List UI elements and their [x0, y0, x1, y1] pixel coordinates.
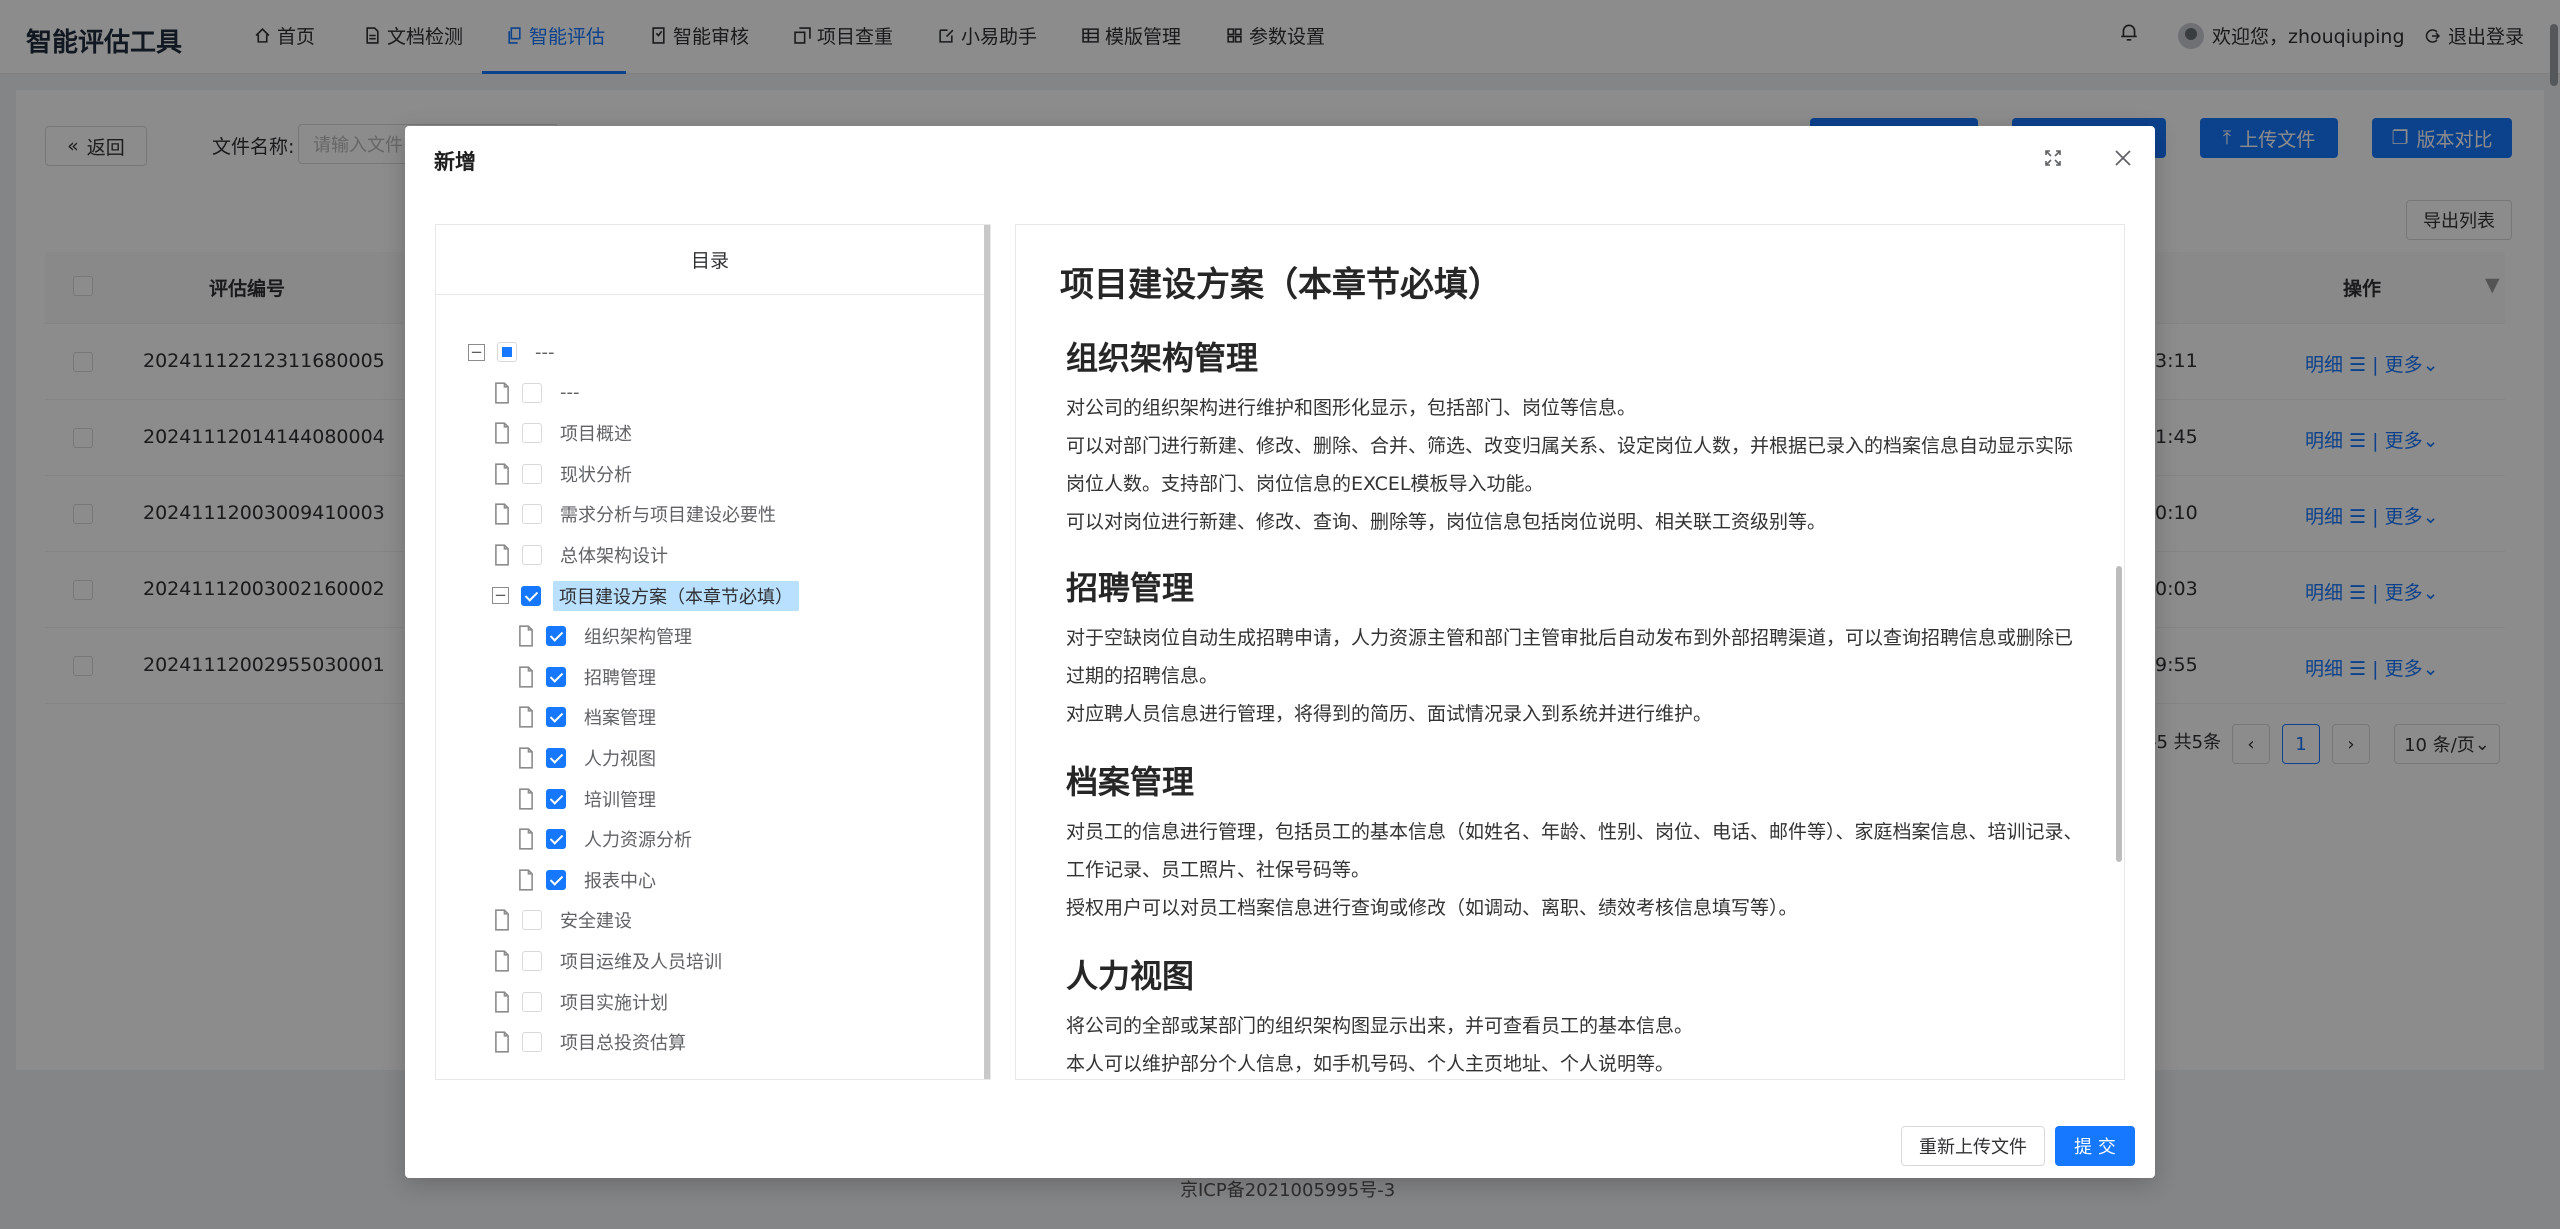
tree-node[interactable]: 安全建设	[492, 905, 638, 935]
file-icon	[492, 382, 512, 404]
section-paragraph: 对员工的信息进行管理，包括员工的基本信息（如姓名、年龄、性别、岗位、电话、邮件等…	[1066, 821, 2083, 881]
file-icon	[492, 950, 512, 972]
tree-node-label[interactable]: 项目总投资估算	[554, 1027, 692, 1057]
tree-node-label[interactable]: ---	[554, 380, 586, 405]
file-icon	[492, 544, 512, 566]
section-paragraph: 可以对部门进行新建、修改、删除、合并、筛选、改变归属关系、设定岗位人数，并根据已…	[1066, 435, 2074, 495]
section-heading: 组织架构管理	[1066, 339, 1259, 377]
tree-node[interactable]: 招聘管理	[516, 662, 662, 692]
doc-title: 项目建设方案（本章节必填）	[1060, 265, 1502, 305]
file-icon	[492, 463, 512, 485]
tree-checkbox[interactable]	[522, 1032, 542, 1053]
tree-node-label[interactable]: ---	[529, 340, 561, 365]
close-button[interactable]	[2111, 146, 2135, 170]
tree-node[interactable]: − 项目建设方案（本章节必填）	[492, 580, 799, 611]
tree-checkbox[interactable]	[546, 707, 566, 728]
tree-node[interactable]: 总体架构设计	[492, 540, 674, 570]
tree-node[interactable]: 人力资源分析	[516, 824, 698, 854]
tree-node[interactable]: 项目概述	[492, 418, 638, 448]
file-icon	[492, 422, 512, 444]
toc-title: 目录	[436, 225, 984, 295]
tree-checkbox[interactable]	[522, 504, 542, 525]
collapse-toggle-icon[interactable]: −	[468, 343, 485, 361]
file-icon	[492, 991, 512, 1013]
tree-checkbox[interactable]	[546, 869, 566, 890]
section-paragraph: 对公司的组织架构进行维护和图形化显示，包括部门、岗位等信息。	[1066, 397, 1637, 419]
file-icon	[516, 706, 536, 728]
section-paragraph: 授权用户可以对员工档案信息进行查询或修改（如调动、离职、绩效考核信息填写等）。	[1066, 897, 1798, 919]
file-icon	[516, 747, 536, 769]
section-paragraph: 可以对岗位进行新建、修改、查询、删除等，岗位信息包括岗位说明、相关联工资级别等。	[1066, 511, 1827, 533]
tree-node[interactable]: 报表中心	[516, 865, 662, 895]
tree-checkbox[interactable]	[546, 748, 566, 768]
tree-checkbox[interactable]	[522, 545, 542, 565]
tree-node[interactable]: 组织架构管理	[516, 621, 698, 651]
section-heading: 招聘管理	[1066, 569, 1195, 607]
tree-node[interactable]: 项目实施计划	[492, 987, 674, 1017]
tree-node[interactable]: 人力视图	[516, 743, 662, 773]
file-icon	[492, 909, 512, 931]
tree-checkbox[interactable]	[522, 382, 542, 403]
file-icon	[516, 828, 536, 850]
file-icon	[516, 788, 536, 810]
file-icon	[516, 869, 536, 891]
section-paragraph: 对应聘人员信息进行管理，将得到的简历、面试情况录入到系统并进行维护。	[1066, 703, 1713, 725]
expand-icon	[2045, 150, 2061, 166]
collapse-toggle-icon[interactable]: −	[492, 587, 509, 605]
tree-node[interactable]: 项目运维及人员培训	[492, 946, 728, 976]
tree-node-label[interactable]: 项目运维及人员培训	[554, 946, 728, 976]
toc-scrollbar[interactable]	[984, 225, 990, 1079]
tree-node[interactable]: − ---	[468, 337, 561, 367]
submit-button[interactable]: 提 交	[2055, 1126, 2135, 1166]
fullscreen-button[interactable]	[2041, 146, 2065, 170]
tree-node-label[interactable]: 招聘管理	[578, 662, 662, 692]
dialog-title: 新增	[434, 150, 476, 174]
tree-node[interactable]: 需求分析与项目建设必要性	[492, 499, 782, 529]
tree-node-label[interactable]: 档案管理	[578, 702, 662, 732]
tree-node-label[interactable]: 现状分析	[554, 459, 638, 489]
tree-node-label[interactable]: 组织架构管理	[578, 621, 698, 651]
doc-preview: 项目建设方案（本章节必填） 组织架构管理 对公司的组织架构进行维护和图形化显示，…	[1015, 224, 2125, 1080]
reupload-button[interactable]: 重新上传文件	[1901, 1126, 2045, 1166]
tree-checkbox[interactable]	[497, 342, 517, 362]
tree-node[interactable]: 项目总投资估算	[492, 1027, 692, 1057]
tree-node[interactable]: 培训管理	[516, 784, 662, 814]
tree-node-label[interactable]: 项目实施计划	[554, 987, 674, 1017]
tree-checkbox[interactable]	[546, 666, 566, 687]
tree-checkbox[interactable]	[522, 991, 542, 1012]
doc-scrollbar[interactable]	[2116, 566, 2122, 862]
tree-node-label[interactable]: 项目建设方案（本章节必填）	[553, 580, 799, 611]
tree-node[interactable]: ---	[492, 378, 586, 408]
tree-node-label[interactable]: 培训管理	[578, 784, 662, 814]
tree-node-label[interactable]: 人力视图	[578, 743, 662, 773]
tree-node[interactable]: 档案管理	[516, 702, 662, 732]
tree-node-label[interactable]: 人力资源分析	[578, 824, 698, 854]
tree-checkbox[interactable]	[546, 626, 566, 647]
section-paragraph: 对于空缺岗位自动生成招聘申请，人力资源主管和部门主管审批后自动发布到外部招聘渠道…	[1066, 627, 2074, 687]
file-icon	[516, 666, 536, 688]
close-icon	[2115, 150, 2131, 166]
tree-checkbox[interactable]	[522, 951, 542, 971]
tree-node-label[interactable]: 总体架构设计	[554, 540, 674, 570]
file-icon	[516, 625, 536, 647]
tree-checkbox[interactable]	[522, 423, 542, 444]
tree-node-label[interactable]: 项目概述	[554, 418, 638, 448]
toc-panel: 目录 − --- --- 项目概述现状分析需求分析与项目建设必要性 总体架构设计 − 项目建…	[435, 224, 991, 1080]
new-dialog: 新增 目录 − --- --- 项目概述现状分析需求分析与项目建设必要性 总体架构设计 −…	[405, 126, 2155, 1178]
tree-node[interactable]: 现状分析	[492, 459, 638, 489]
tree-checkbox[interactable]	[522, 910, 542, 931]
tree-checkbox[interactable]	[522, 463, 542, 484]
tree-checkbox[interactable]	[546, 788, 566, 809]
section-heading: 人力视图	[1066, 957, 1195, 995]
tree-node-label[interactable]: 安全建设	[554, 905, 638, 935]
section-heading: 档案管理	[1066, 763, 1195, 801]
file-icon	[492, 1031, 512, 1053]
tree-checkbox[interactable]	[546, 829, 566, 850]
tree-node-label[interactable]: 需求分析与项目建设必要性	[554, 499, 782, 529]
section-paragraph: 本人可以维护部分个人信息，如手机号码、个人主页地址、个人说明等。	[1066, 1053, 1675, 1075]
section-paragraph: 将公司的全部或某部门的组织架构图显示出来，并可查看员工的基本信息。	[1066, 1015, 1694, 1037]
tree-node-label[interactable]: 报表中心	[578, 865, 662, 895]
file-icon	[492, 503, 512, 525]
tree-checkbox[interactable]	[521, 585, 541, 606]
